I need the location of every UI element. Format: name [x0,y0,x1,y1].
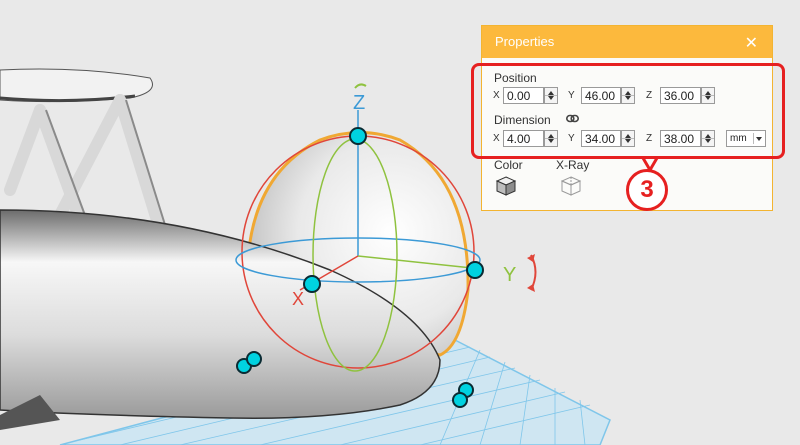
gizmo-z-label: Z [353,92,365,114]
color-cube-icon[interactable] [495,175,517,197]
xray-label: X-Ray [556,158,590,172]
xray-cube-icon[interactable] [560,175,582,197]
handle-misc-2[interactable] [246,351,262,367]
airplane-wing [0,68,167,236]
gizmo-x-label: X [292,289,304,309]
handle-top[interactable] [349,127,367,145]
callout-number-badge: 3 [626,169,668,211]
properties-title: Properties [495,34,555,49]
properties-header: Properties ✕ [482,26,772,58]
handle-misc-4[interactable] [452,392,468,408]
color-label: Color [494,158,523,172]
handle-right[interactable] [466,261,484,279]
gizmo-y-label: Y [503,264,516,286]
close-icon[interactable]: ✕ [745,33,758,53]
handle-left[interactable] [303,275,321,293]
callout-highlight-box [471,63,785,159]
